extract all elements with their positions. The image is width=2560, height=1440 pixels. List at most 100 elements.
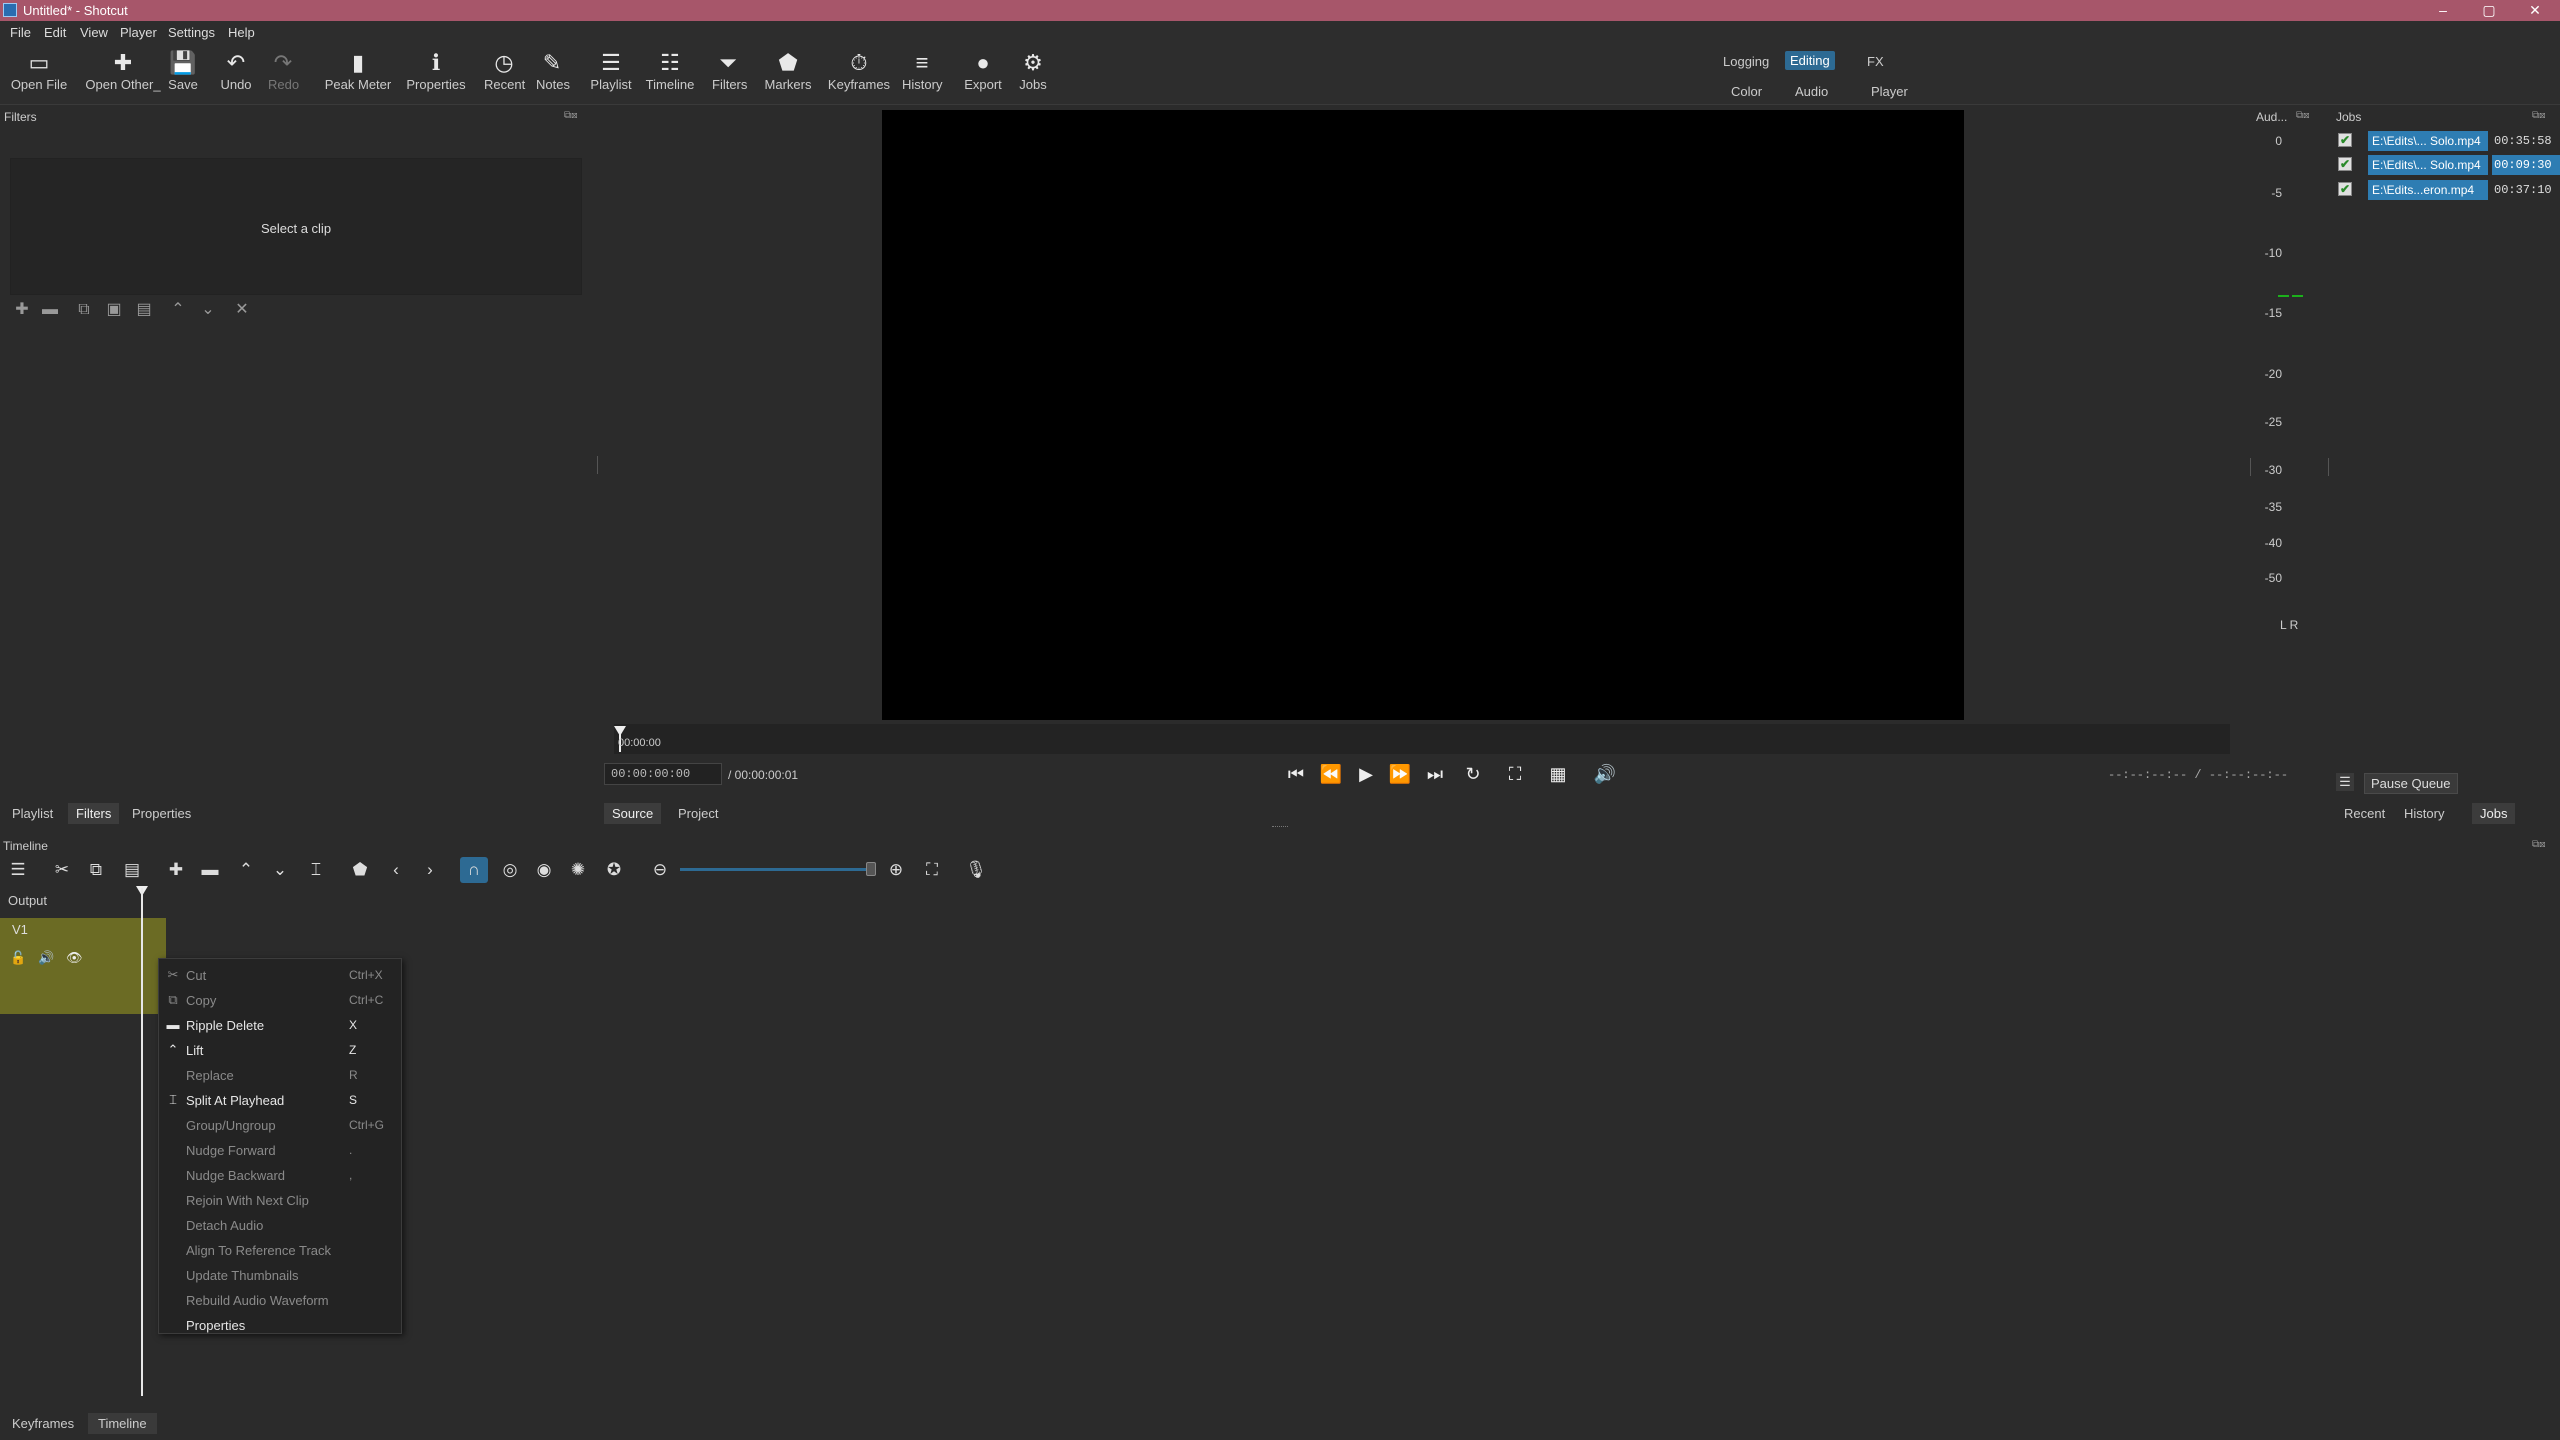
jobs-button[interactable]: ⚙ Jobs	[1016, 49, 1050, 103]
undock-icon[interactable]: ⧉⊠	[564, 110, 578, 121]
skip-previous-icon[interactable]: ⏮	[1283, 760, 1309, 788]
move-up-icon[interactable]: ⌃	[168, 300, 188, 320]
tab-source[interactable]: Source	[604, 803, 662, 824]
save-preset-icon[interactable]: ▤	[134, 300, 154, 320]
append-icon[interactable]: ✚	[162, 857, 190, 883]
scrub-bar[interactable]: 00:00:00	[614, 724, 2230, 754]
context-menu-item-split-at-playhead[interactable]: ⌶ Split At Playhead S	[159, 1088, 401, 1113]
record-audio-icon[interactable]: 🎙	[962, 857, 990, 883]
move-down-icon[interactable]: ⌄	[198, 300, 218, 320]
job-row[interactable]: ✔ E:\Edits\... Solo.mp4 00:35:58	[2334, 130, 2560, 152]
context-menu-item-group-ungroup[interactable]: Group/Ungroup Ctrl+G	[159, 1113, 401, 1138]
zoom-in-icon[interactable]: ⊕	[882, 857, 910, 883]
menu-view[interactable]: View	[80, 25, 108, 40]
filters-button[interactable]: ⏷ Filters	[712, 49, 747, 103]
properties-button[interactable]: ℹ Properties	[404, 49, 468, 103]
context-menu-item-rebuild-audio-waveform[interactable]: Rebuild Audio Waveform	[159, 1288, 401, 1313]
position-timecode-field[interactable]: 00:00:00:00	[604, 763, 722, 785]
context-menu-item-replace[interactable]: Replace R	[159, 1063, 401, 1088]
timeline-undock-icon[interactable]: ⧉⊠	[2532, 839, 2546, 850]
ripple-delete-icon[interactable]: ▬	[196, 857, 224, 883]
save-button[interactable]: 💾 Save	[168, 49, 198, 103]
redo-button[interactable]: ↷ Redo	[268, 49, 299, 103]
timeline-button[interactable]: ☷ Timeline	[644, 49, 696, 103]
minimize-button[interactable]: –	[2420, 0, 2466, 21]
volume-icon[interactable]: 🔊	[1592, 760, 1618, 788]
lift-icon[interactable]: ⌃	[232, 857, 260, 883]
recent-button[interactable]: ◷ Recent	[484, 49, 525, 103]
open-file-button[interactable]: ▭ Open File	[10, 49, 68, 103]
deselect-filter-icon[interactable]: ✕	[232, 300, 252, 320]
playlist-button[interactable]: ☰ Playlist	[590, 49, 632, 103]
tab-playlist[interactable]: Playlist	[4, 803, 62, 824]
menu-settings[interactable]: Settings	[168, 25, 215, 40]
context-menu-item-copy[interactable]: ⧉ Copy Ctrl+C	[159, 988, 401, 1013]
job-row[interactable]: ✔ E:\Edits...eron.mp4 00:37:10	[2334, 179, 2560, 201]
open-other-button[interactable]: ✚ Open Other_	[82, 49, 164, 103]
scrub-drag-icon[interactable]: ◎	[496, 857, 524, 883]
remove-filter-icon[interactable]: ▬	[40, 300, 60, 320]
context-menu-item-nudge-backward[interactable]: Nudge Backward,	[159, 1163, 401, 1188]
rewind-icon[interactable]: ⏪	[1318, 760, 1344, 788]
paste-icon[interactable]: ▤	[118, 857, 146, 883]
job-row[interactable]: ✔ E:\Edits\... Solo.mp4 00:09:30	[2334, 154, 2560, 176]
layout-player[interactable]: Player	[1866, 82, 1913, 101]
skip-next-icon[interactable]: ⏭	[1422, 760, 1448, 788]
filters-list[interactable]: Select a clip	[10, 158, 582, 295]
tab-keyframes[interactable]: Keyframes	[2, 1413, 84, 1434]
context-menu-item-detach-audio[interactable]: Detach Audio	[159, 1213, 401, 1238]
menu-icon[interactable]: ☰	[4, 857, 32, 883]
copy-filter-icon[interactable]: ⧉	[74, 300, 94, 320]
ripple-all-icon[interactable]: ✺	[564, 857, 592, 883]
timeline-playhead[interactable]	[141, 888, 143, 1396]
context-menu-item-rejoin-with-next-clip[interactable]: Rejoin With Next Clip	[159, 1188, 401, 1213]
cut-icon[interactable]: ✂	[48, 857, 76, 883]
context-menu-item-cut[interactable]: ✂ Cut Ctrl+X	[159, 963, 401, 988]
keyframes-button[interactable]: ⏱ Keyframes	[826, 49, 892, 103]
play-icon[interactable]: ▶	[1353, 760, 1379, 788]
splitter-handle-horizontal[interactable]	[1272, 826, 1288, 828]
copy-icon[interactable]: ⧉	[82, 857, 110, 883]
grid-icon[interactable]: ▦	[1545, 760, 1571, 788]
export-button[interactable]: ● Export	[964, 49, 1002, 103]
mute-icon[interactable]: 🔊	[38, 950, 54, 966]
video-display[interactable]	[882, 110, 1964, 720]
close-button[interactable]: ✕	[2512, 0, 2558, 21]
zoom-out-icon[interactable]: ⊖	[646, 857, 674, 883]
eye-icon[interactable]: 👁	[66, 950, 83, 966]
lock-icon[interactable]: 🔓	[10, 950, 26, 966]
add-filter-icon[interactable]: ✚	[12, 300, 32, 320]
splitter-handle-jobs[interactable]	[2328, 458, 2329, 476]
splitter-handle-left[interactable]	[597, 456, 598, 474]
menu-edit[interactable]: Edit	[44, 25, 66, 40]
audio-undock-icon[interactable]: ⧉⊠	[2296, 110, 2310, 121]
context-menu-item-lift[interactable]: ⌃ Lift Z	[159, 1038, 401, 1063]
layout-color[interactable]: Color	[1726, 82, 1767, 101]
zoom-fit-icon[interactable]: ⛶	[1502, 760, 1528, 788]
markers-button[interactable]: ⬟ Markers	[762, 49, 814, 103]
tab-filters[interactable]: Filters	[68, 803, 120, 824]
tab-project[interactable]: Project	[670, 803, 727, 824]
zoom-slider-handle[interactable]	[866, 862, 876, 876]
layout-fx[interactable]: FX	[1862, 52, 1889, 71]
next-marker-icon[interactable]: ›	[416, 857, 444, 883]
layout-logging[interactable]: Logging	[1718, 52, 1774, 71]
zoom-fit-icon[interactable]: ⛶	[918, 857, 946, 883]
ripple-markers-icon[interactable]: ✪	[600, 857, 628, 883]
snap-icon[interactable]: ∩	[460, 857, 488, 883]
notes-button[interactable]: ✎ Notes	[536, 49, 570, 103]
context-menu-item-nudge-forward[interactable]: Nudge Forward.	[159, 1138, 401, 1163]
paste-filter-icon[interactable]: ▣	[104, 300, 124, 320]
tab-history[interactable]: History	[2396, 803, 2453, 824]
split-icon[interactable]: ⌶	[302, 857, 330, 883]
menu-help[interactable]: Help	[228, 25, 255, 40]
context-menu-item-properties[interactable]: Properties	[159, 1313, 401, 1338]
layout-editing[interactable]: Editing	[1785, 51, 1835, 70]
layout-audio[interactable]: Audio	[1790, 82, 1833, 101]
menu-file[interactable]: File	[10, 25, 31, 40]
context-menu-item-ripple-delete[interactable]: ▬ Ripple Delete X	[159, 1013, 401, 1038]
menu-player[interactable]: Player	[120, 25, 157, 40]
fast-forward-icon[interactable]: ⏩	[1387, 760, 1413, 788]
history-button[interactable]: ≡ History	[902, 49, 942, 103]
maximize-button[interactable]: ▢	[2466, 0, 2512, 21]
